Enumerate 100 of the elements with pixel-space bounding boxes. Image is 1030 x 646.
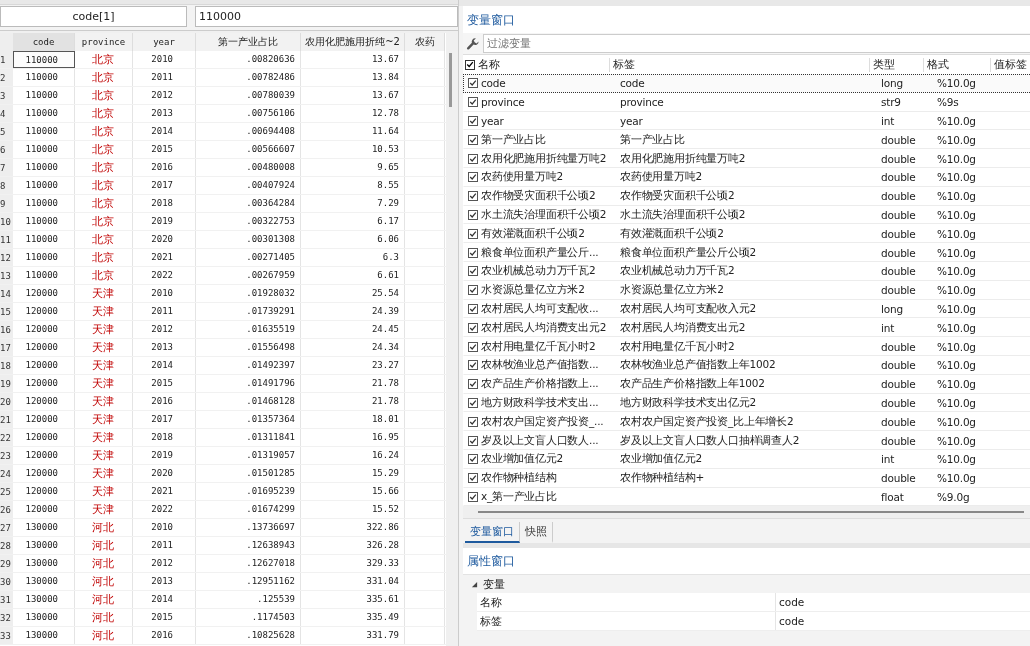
row-number[interactable]: 19 bbox=[0, 375, 13, 392]
row-number[interactable]: 26 bbox=[0, 501, 13, 518]
row-number[interactable]: 25 bbox=[0, 483, 13, 500]
variable-row[interactable]: 农作物受灾面积千公顷2 农作物受灾面积千公顷2 double %10.0g bbox=[463, 186, 1030, 206]
variable-row[interactable]: 农药使用量万吨2 农药使用量万吨2 double %10.0g bbox=[463, 168, 1030, 187]
row-number[interactable]: 24 bbox=[0, 465, 13, 482]
variable-row[interactable]: 农村用电量亿千瓦小时2 农村用电量亿千瓦小时2 double %10.0g bbox=[463, 337, 1030, 356]
row-number[interactable]: 3 bbox=[0, 87, 13, 104]
checkbox[interactable] bbox=[465, 59, 475, 70]
row-number[interactable]: 28 bbox=[0, 537, 13, 554]
row-number[interactable]: 33 bbox=[0, 627, 13, 644]
row-number[interactable]: 23 bbox=[0, 447, 13, 464]
scrollbar[interactable] bbox=[463, 506, 1030, 520]
checkbox[interactable] bbox=[468, 435, 478, 446]
column-header[interactable]: code bbox=[13, 33, 75, 51]
row-number[interactable]: 18 bbox=[0, 357, 13, 374]
column-header[interactable]: 农药 bbox=[405, 33, 445, 51]
checkbox[interactable] bbox=[468, 172, 478, 183]
wrench-icon[interactable] bbox=[466, 36, 480, 51]
variable-row[interactable]: 农村农户国定资产投资_... 农村农户国定资产投资_比上年增长2 double %10.0g bbox=[463, 412, 1030, 432]
checkbox[interactable] bbox=[468, 228, 478, 239]
variable-row[interactable]: 农村居民人均消费支出元2 农村居民人均消费支出元2 int %10.0g bbox=[463, 318, 1030, 338]
row-number[interactable]: 17 bbox=[0, 339, 13, 356]
column-header[interactable]: 标签 bbox=[609, 57, 869, 72]
row-number[interactable]: 27 bbox=[0, 519, 13, 536]
checkbox[interactable] bbox=[468, 416, 478, 427]
row-number[interactable]: 15 bbox=[0, 303, 13, 320]
column-header[interactable]: 格式 bbox=[923, 57, 990, 72]
variable-name: 农村居民人均可支配收... bbox=[480, 301, 600, 316]
checkbox[interactable] bbox=[468, 341, 478, 352]
checkbox[interactable] bbox=[468, 247, 478, 258]
cell-value-field[interactable]: 110000 bbox=[195, 6, 458, 27]
checkbox[interactable] bbox=[468, 303, 478, 314]
column-header[interactable]: 类型 bbox=[869, 57, 923, 72]
variable-row[interactable]: 水资源总量亿立方米2 水资源总量亿立方米2 double %10.0g bbox=[463, 280, 1030, 300]
row-number[interactable]: 6 bbox=[0, 141, 13, 158]
filter-field[interactable]: 过滤变量 bbox=[483, 34, 1030, 53]
checkbox[interactable] bbox=[468, 266, 478, 277]
checkbox[interactable] bbox=[468, 379, 478, 390]
column-header[interactable]: year bbox=[133, 33, 196, 51]
variable-row[interactable]: 岁及以上文盲人口数人... 岁及以上文盲人口数人口抽样调查人2 double %10.0g bbox=[463, 431, 1030, 450]
variable-row[interactable]: province province str9 %9s bbox=[463, 92, 1030, 112]
checkbox[interactable] bbox=[468, 78, 478, 89]
variable-row[interactable]: 农用化肥施用折纯量万吨2 农用化肥施用折纯量万吨2 double %10.0g bbox=[463, 149, 1030, 168]
checkbox[interactable] bbox=[468, 134, 478, 145]
variable-row[interactable]: 农产品生产价格指数上... 农产品生产价格指数上年1002 double %10.0g bbox=[463, 374, 1030, 394]
row-number[interactable]: 29 bbox=[0, 555, 13, 572]
column-header[interactable]: 名称 bbox=[475, 57, 609, 72]
variable-row[interactable]: 地方财政科学技术支出... 地方财政科学技术支出亿元2 double %10.0g bbox=[463, 393, 1030, 413]
variable-row[interactable]: 农村居民人均可支配收... 农村居民人均可支配收入元2 long %10.0g bbox=[463, 299, 1030, 319]
variable-row[interactable]: 农林牧渔业总产值指数... 农林牧渔业总产值指数上年1002 double %10.0g bbox=[463, 355, 1030, 375]
tab[interactable]: 快照 bbox=[520, 522, 553, 544]
checkbox[interactable] bbox=[468, 97, 478, 108]
column-header[interactable]: 农用化肥施用折纯~2 bbox=[301, 33, 405, 51]
table-cell: 25.54 bbox=[301, 285, 405, 302]
variable-row[interactable]: 有效灌溉面积千公顷2 有效灌溉面积千公顷2 double %10.0g bbox=[463, 224, 1030, 244]
row-number[interactable]: 5 bbox=[0, 123, 13, 140]
row-number[interactable]: 1 bbox=[0, 51, 13, 68]
row-number[interactable]: 9 bbox=[0, 195, 13, 212]
checkbox[interactable] bbox=[468, 397, 478, 408]
row-number[interactable]: 12 bbox=[0, 249, 13, 266]
row-number[interactable]: 32 bbox=[0, 609, 13, 626]
variable-row[interactable]: 水土流失治理面积千公顷2 水土流失治理面积千公顷2 double %10.0g bbox=[463, 205, 1030, 225]
row-number[interactable]: 20 bbox=[0, 393, 13, 410]
row-number[interactable]: 8 bbox=[0, 177, 13, 194]
checkbox[interactable] bbox=[468, 116, 478, 126]
variable-row[interactable]: code code long %10.0g bbox=[463, 74, 1030, 93]
row-number[interactable]: 31 bbox=[0, 591, 13, 608]
row-number[interactable]: 21 bbox=[0, 411, 13, 428]
variable-row[interactable]: year year int %10.0g bbox=[463, 111, 1030, 131]
row-number[interactable]: 30 bbox=[0, 573, 13, 590]
checkbox[interactable] bbox=[468, 191, 478, 202]
variable-row[interactable]: 粮食单位面积产量公斤... 粮食单位面积产量公斤公顷2 double %10.0g bbox=[463, 243, 1030, 262]
row-number[interactable]: 2 bbox=[0, 69, 13, 86]
tab[interactable]: 变量窗口 bbox=[465, 522, 520, 544]
column-header[interactable]: 值标签 bbox=[990, 57, 1030, 72]
checkbox[interactable] bbox=[468, 153, 478, 164]
variable-row[interactable]: 第一产业占比 第一产业占比 double %10.0g bbox=[463, 130, 1030, 150]
row-number[interactable]: 11 bbox=[0, 231, 13, 248]
row-number[interactable]: 14 bbox=[0, 285, 13, 302]
expand-triangle-icon[interactable] bbox=[471, 580, 478, 588]
checkbox[interactable] bbox=[468, 473, 478, 484]
variable-row[interactable]: 农业机械总动力万千瓦2 农业机械总动力万千瓦2 double %10.0g bbox=[463, 261, 1030, 281]
column-header[interactable]: province bbox=[75, 33, 133, 51]
row-number[interactable]: 7 bbox=[0, 159, 13, 176]
row-number[interactable]: 10 bbox=[0, 213, 13, 230]
column-header[interactable]: 第一产业占比 bbox=[196, 33, 301, 51]
checkbox[interactable] bbox=[468, 322, 478, 333]
row-number[interactable]: 16 bbox=[0, 321, 13, 338]
checkbox[interactable] bbox=[468, 454, 478, 465]
checkbox[interactable] bbox=[468, 209, 478, 220]
checkbox[interactable] bbox=[468, 491, 478, 502]
variable-row[interactable]: 农作物种植结构 农作物种植结构+ double %10.0g bbox=[463, 468, 1030, 488]
checkbox[interactable] bbox=[468, 360, 478, 371]
row-number[interactable]: 13 bbox=[0, 267, 13, 284]
table-cell: 2022 bbox=[133, 267, 196, 284]
row-number[interactable]: 22 bbox=[0, 429, 13, 446]
checkbox[interactable] bbox=[468, 285, 478, 296]
row-number[interactable]: 4 bbox=[0, 105, 13, 122]
variable-row[interactable]: 农业增加值亿元2 农业增加值亿元2 int %10.0g bbox=[463, 449, 1030, 469]
